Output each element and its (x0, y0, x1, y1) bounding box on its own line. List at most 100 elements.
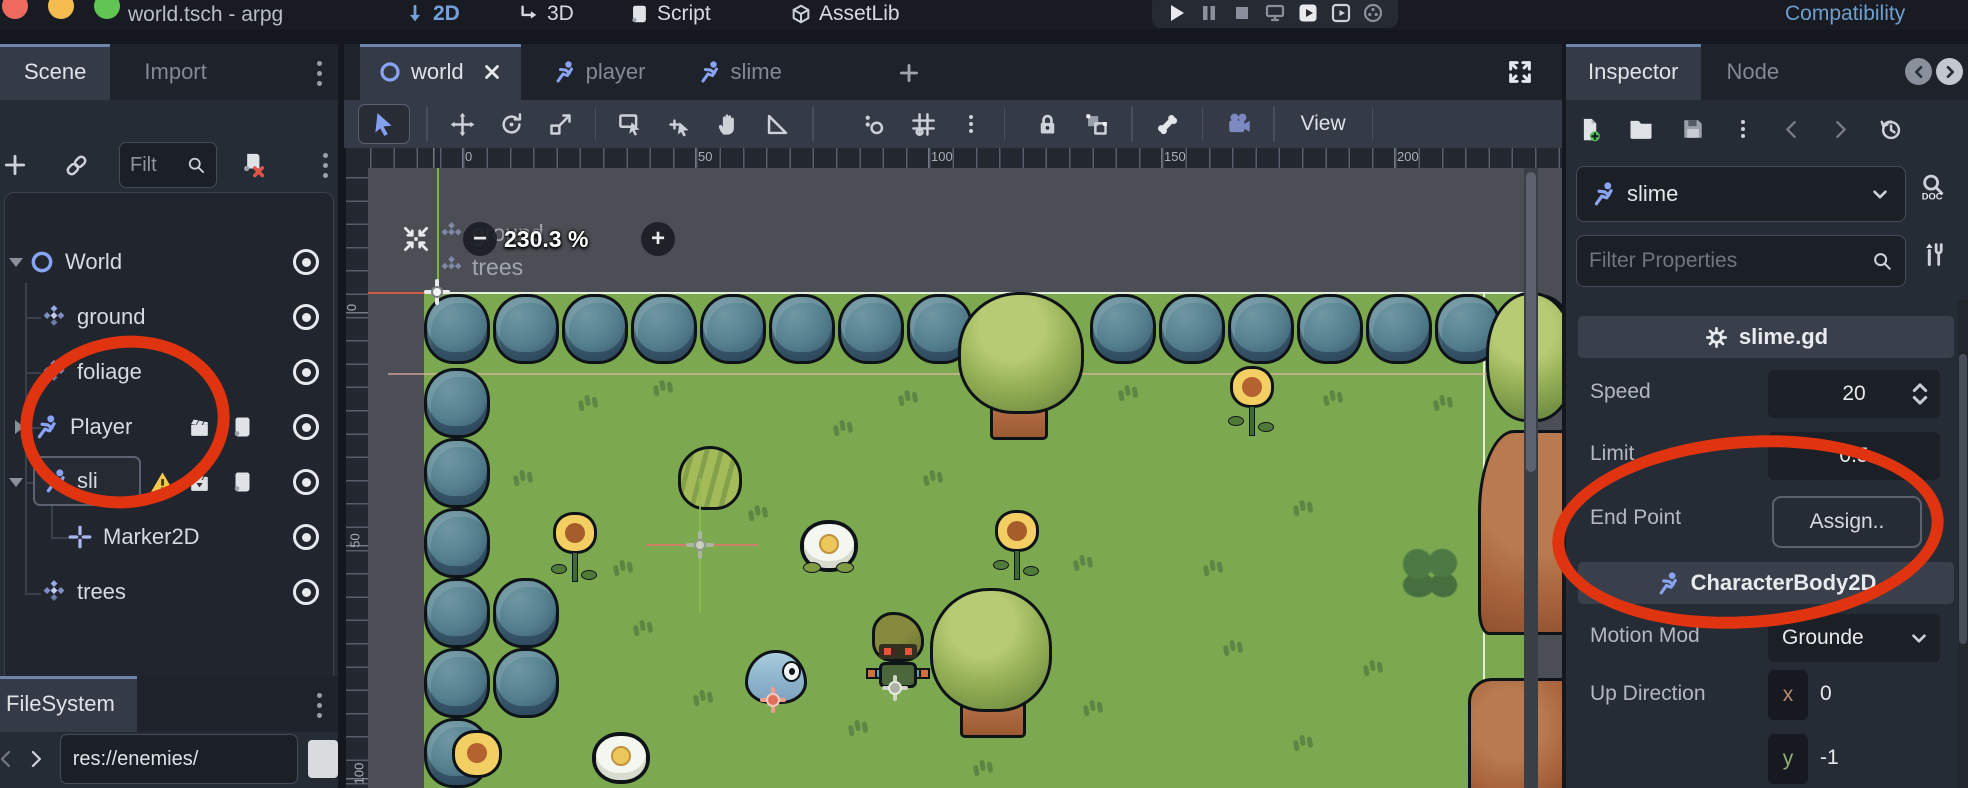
scene-toolbar-menu-icon[interactable] (322, 150, 328, 180)
extra-resources-tools-icon[interactable] (1920, 240, 1948, 268)
tab-inspector[interactable]: Inspector (1566, 44, 1701, 100)
filesystem-menu-icon[interactable] (316, 690, 322, 720)
rotate-tool-button[interactable] (487, 111, 536, 138)
play-button[interactable] (1164, 1, 1188, 25)
tab-2d[interactable]: 2D (404, 2, 460, 26)
skeleton-options-button[interactable] (1143, 111, 1192, 138)
play-custom-scene-button[interactable] (1329, 1, 1353, 25)
forward-chevron-icon[interactable] (24, 747, 48, 771)
collapse-arrow-icon[interactable] (9, 478, 23, 487)
tab-node[interactable]: Node (1701, 44, 1806, 100)
stop-button[interactable] (1230, 1, 1254, 25)
scene-tab-menu-icon[interactable] (316, 58, 322, 88)
visibility-eye-icon[interactable] (293, 304, 319, 330)
tab-import[interactable]: Import (110, 44, 240, 100)
filter-properties-input[interactable]: Filter Properties (1576, 235, 1906, 287)
file-thumbnail[interactable] (308, 740, 338, 778)
scene-tab-player[interactable]: player (533, 44, 666, 100)
tab-assetlib[interactable]: AssetLib (790, 2, 900, 26)
visibility-eye-icon[interactable] (293, 414, 319, 440)
history-clock-icon[interactable] (1877, 116, 1904, 143)
inspector-scrollbar[interactable] (1958, 300, 1968, 788)
scene-filter-input[interactable]: Filt (119, 142, 217, 188)
new-resource-icon[interactable] (1576, 116, 1603, 143)
onion-skinning-button[interactable] (1213, 110, 1263, 138)
select-tool-button[interactable] (358, 104, 410, 144)
zoom-in-button[interactable]: + (641, 222, 675, 256)
value-stepper-icon[interactable] (1906, 378, 1934, 410)
visibility-eye-icon[interactable] (293, 359, 319, 385)
inspector-menu-dots-icon[interactable] (1731, 117, 1755, 141)
assign-endpoint-button[interactable]: Assign.. (1772, 496, 1922, 548)
grid-snap-button[interactable] (899, 111, 948, 138)
group-node-button[interactable] (1072, 111, 1121, 138)
endpoint-options-dots-icon[interactable] (1934, 506, 1940, 540)
section-header-script[interactable]: slime.gd (1578, 316, 1954, 358)
tab-script[interactable]: Script (628, 2, 711, 26)
scene-tab-slime[interactable]: slime (678, 44, 802, 100)
detach-script-button[interactable] (217, 151, 278, 179)
visibility-eye-icon[interactable] (293, 579, 319, 605)
center-view-icon[interactable] (401, 224, 431, 254)
expand-arrow-icon[interactable] (15, 420, 24, 434)
view-menu[interactable]: View (1285, 112, 1362, 136)
move-selection-button[interactable] (655, 111, 704, 138)
dock-left-button[interactable] (1905, 58, 1932, 85)
tree-row-marker2d[interactable]: Marker2D (5, 515, 331, 559)
limit-value-field[interactable]: 0.5 (1768, 432, 1940, 480)
section-header-characterbody2d[interactable]: CharacterBody2D (1578, 562, 1954, 604)
script-icon[interactable] (230, 414, 254, 440)
visibility-eye-icon[interactable] (293, 469, 319, 495)
2d-canvas[interactable]: 0 50 100 150 200 0 50 100 (346, 148, 1562, 788)
dock-right-button[interactable] (1936, 58, 1963, 85)
back-chevron-icon[interactable] (0, 747, 18, 771)
canvas-vertical-scrollbar[interactable] (1524, 168, 1538, 788)
clapper-down-icon[interactable] (187, 470, 212, 495)
remote-debug-icon[interactable] (1263, 1, 1287, 25)
close-window-button[interactable] (2, 0, 28, 19)
edited-object-dropdown[interactable]: slime (1576, 166, 1906, 222)
list-select-tool-button[interactable] (606, 111, 655, 138)
scene-tab-world[interactable]: world (360, 44, 521, 100)
lock-node-button[interactable] (1023, 111, 1072, 138)
tab-scene[interactable]: Scene (0, 44, 110, 100)
movie-mode-icon[interactable] (1361, 1, 1385, 25)
visibility-eye-icon[interactable] (293, 524, 319, 550)
tree-row-world[interactable]: World (5, 240, 331, 284)
zoom-level[interactable]: 230.3 % (504, 226, 588, 253)
tab-3d[interactable]: 3D (518, 2, 574, 26)
tree-row-slime-renaming[interactable]: sli (5, 460, 331, 504)
speed-value-field[interactable]: 20 (1768, 370, 1940, 418)
open-docs-icon[interactable]: DOC (1918, 172, 1948, 202)
instance-scene-button[interactable] (39, 152, 101, 179)
rename-input[interactable]: sli (33, 456, 141, 506)
maximize-window-button[interactable] (94, 0, 120, 19)
tab-filesystem[interactable]: FileSystem (0, 676, 137, 732)
x-component-value[interactable]: 0 (1820, 682, 1832, 706)
history-forward-icon[interactable] (1828, 117, 1853, 142)
add-node-button[interactable] (0, 152, 39, 178)
tree-row-foliage[interactable]: foliage (5, 350, 331, 394)
tree-row-trees[interactable]: trees (5, 570, 331, 614)
move-tool-button[interactable] (438, 111, 487, 138)
motion-mode-dropdown[interactable]: Grounde (1768, 614, 1940, 662)
overlay-node-trees[interactable]: trees (439, 254, 523, 281)
pause-button[interactable] (1197, 1, 1221, 25)
renderer-selector[interactable]: Compatibility (1785, 2, 1905, 26)
minimize-window-button[interactable] (48, 0, 74, 19)
play-scene-button[interactable] (1296, 1, 1320, 25)
zoom-out-button[interactable]: − (463, 222, 497, 256)
y-component-value[interactable]: -1 (1820, 746, 1839, 770)
save-icon[interactable] (1679, 115, 1707, 143)
close-icon[interactable] (481, 61, 503, 83)
clapper-icon[interactable] (187, 415, 212, 440)
new-scene-tab-button[interactable] (896, 60, 922, 86)
expand-viewport-icon[interactable] (1506, 58, 1534, 86)
ruler-tool-button[interactable] (753, 111, 802, 138)
smart-snap-button[interactable] (850, 111, 899, 138)
tree-row-ground[interactable]: ground (5, 295, 331, 339)
scale-tool-button[interactable] (536, 111, 585, 138)
snap-options-menu[interactable] (948, 112, 994, 136)
history-back-icon[interactable] (1779, 117, 1804, 142)
pan-tool-button[interactable] (704, 111, 753, 138)
